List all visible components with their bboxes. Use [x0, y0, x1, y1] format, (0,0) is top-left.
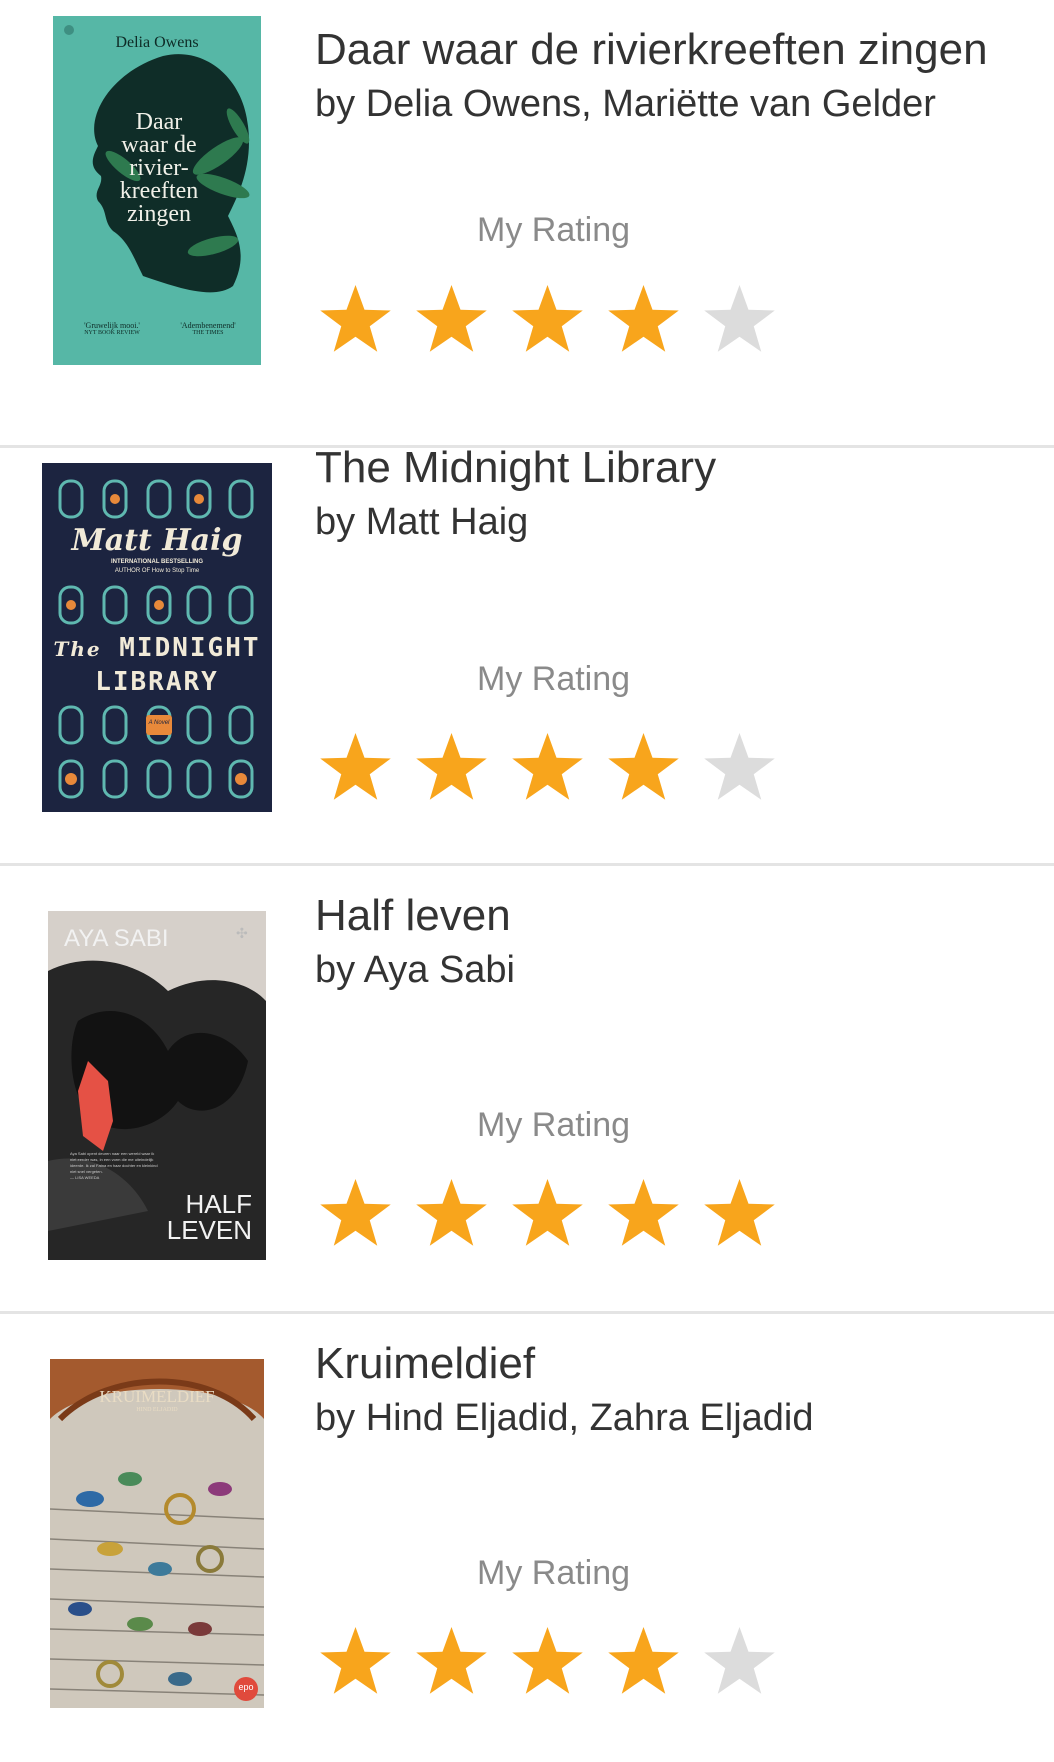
cover-4-publisher: epo	[238, 1682, 254, 1692]
cover-1-quote-left-text: 'Gruwelijk mooi.'	[84, 321, 140, 330]
star-filled-icon[interactable]	[606, 1624, 681, 1699]
cover-3-title-line-2: LEVEN	[166, 1215, 252, 1245]
book-info-3: Half leven by Aya Sabi	[315, 888, 1045, 996]
cover-4-title: KRUIMELDIEF	[99, 1387, 215, 1406]
star-rating	[318, 1624, 777, 1699]
cover-1-quote-left: 'Gruwelijk mooi.' NYT BOOK REVIEW	[67, 321, 157, 336]
book-title[interactable]: Half leven	[315, 888, 1045, 944]
book-title[interactable]: The Midnight Library	[315, 440, 1045, 496]
star-rating	[318, 730, 777, 805]
my-rating-label: My Rating	[477, 660, 631, 698]
star-filled-icon[interactable]	[510, 730, 585, 805]
book-author: by Hind Eljadid, Zahra Eljadid	[315, 1397, 814, 1439]
star-rating	[318, 282, 777, 357]
star-filled-icon[interactable]	[318, 1624, 393, 1699]
cover-3-blurb-text: Aya Sabi opent deuren naar een wereld wa…	[70, 1151, 158, 1174]
cover-2-title-line-2: LIBRARY	[95, 667, 219, 697]
cover-1-quote-right-text: 'Adembenemend'	[180, 321, 236, 330]
cover-3-title-line-1: HALF	[185, 1189, 252, 1219]
cover-3-title: HALF LEVEN	[167, 1191, 252, 1243]
cover-1-quote-right-source: THE TIMES	[192, 330, 224, 336]
cover-2-badge: A Novel	[148, 720, 170, 726]
star-filled-icon[interactable]	[702, 1176, 777, 1251]
book-list: Delia Owens Daar waar de rivier- kreefte…	[0, 0, 1054, 1758]
book-row-1[interactable]: Delia Owens Daar waar de rivier- kreefte…	[0, 0, 1054, 448]
cover-2-author: Matt Haig	[71, 523, 243, 558]
cover-1-quote-right: 'Adembenemend' THE TIMES	[163, 321, 253, 336]
star-filled-icon[interactable]	[414, 1176, 489, 1251]
star-empty-icon[interactable]	[702, 1624, 777, 1699]
cover-3-author: AYA SABI	[64, 925, 169, 952]
book-title[interactable]: Kruimeldief	[315, 1336, 1045, 1392]
star-empty-icon[interactable]	[702, 730, 777, 805]
cover-2-title-midnight: MIDNIGHT	[119, 633, 261, 663]
star-filled-icon[interactable]	[606, 1176, 681, 1251]
cover-2-title-line-1: The MIDNIGHT	[42, 633, 272, 663]
my-rating-label: My Rating	[477, 211, 631, 249]
cover-3-publisher-icon: ✣	[236, 925, 248, 941]
cover-3-blurb: Aya Sabi opent deuren naar een wereld wa…	[70, 1151, 160, 1181]
book-cover-2[interactable]: Matt Haig INTERNATIONAL BESTSELLING AUTH…	[42, 463, 272, 812]
cover-4-author: HIND ELJADID	[136, 1407, 178, 1413]
cover-1-title-line-2: waar de	[121, 132, 197, 158]
book-info-2: The Midnight Library by Matt Haig	[315, 440, 1045, 548]
book-row-2[interactable]: Matt Haig INTERNATIONAL BESTSELLING AUTH…	[0, 418, 1054, 866]
cover-1-title-line-5: zingen	[127, 201, 191, 227]
book-author: by Delia Owens, Mariëtte van Gelder	[315, 83, 936, 125]
book-info-4: Kruimeldief by Hind Eljadid, Zahra Eljad…	[315, 1336, 1045, 1444]
cover-1-author: Delia Owens	[115, 34, 199, 51]
star-filled-icon[interactable]	[606, 730, 681, 805]
book-row-4[interactable]: KRUIMELDIEF HIND ELJADID epo Kruimeldief…	[0, 1314, 1054, 1762]
book-info-1: Daar waar de rivierkreeften zingen by De…	[315, 22, 1045, 130]
cover-2-tagline-1: INTERNATIONAL BESTSELLING	[110, 559, 204, 565]
book-author: by Matt Haig	[315, 501, 529, 543]
cover-2-tagline-2: AUTHOR OF How to Stop Time	[114, 568, 200, 574]
cover-1-title-line-4: kreeften	[119, 178, 199, 204]
book-row-3[interactable]: AYA SABI ✣ Aya Sabi opent deuren naar ee…	[0, 866, 1054, 1314]
my-rating-label: My Rating	[477, 1106, 631, 1144]
star-filled-icon[interactable]	[510, 282, 585, 357]
star-filled-icon[interactable]	[318, 730, 393, 805]
star-empty-icon[interactable]	[702, 282, 777, 357]
star-filled-icon[interactable]	[606, 282, 681, 357]
star-filled-icon[interactable]	[318, 1176, 393, 1251]
book-cover-1[interactable]: Delia Owens Daar waar de rivier- kreefte…	[53, 16, 261, 365]
book-title[interactable]: Daar waar de rivierkreeften zingen	[315, 22, 1045, 78]
cover-1-quote-left-source: NYT BOOK REVIEW	[84, 330, 140, 336]
book-cover-3[interactable]: AYA SABI ✣ Aya Sabi opent deuren naar ee…	[48, 911, 266, 1260]
my-rating-label: My Rating	[477, 1554, 631, 1592]
star-filled-icon[interactable]	[414, 730, 489, 805]
cover-2-title-the: The	[53, 637, 102, 661]
cover-2-title: The MIDNIGHT LIBRARY	[42, 633, 272, 697]
book-cover-4[interactable]: KRUIMELDIEF HIND ELJADID epo	[50, 1359, 264, 1708]
cover-1-title-line-3: rivier-	[129, 155, 189, 181]
star-filled-icon[interactable]	[510, 1176, 585, 1251]
cover-3-blurb-source: — LISA WEEDA	[70, 1175, 100, 1180]
book-author: by Aya Sabi	[315, 949, 516, 991]
star-rating	[318, 1176, 777, 1251]
cover-1-title: Daar waar de rivier- kreeften zingen	[99, 109, 219, 227]
star-filled-icon[interactable]	[510, 1624, 585, 1699]
star-filled-icon[interactable]	[414, 282, 489, 357]
star-filled-icon[interactable]	[414, 1624, 489, 1699]
cover-1-title-line-1: Daar	[135, 109, 183, 135]
star-filled-icon[interactable]	[318, 282, 393, 357]
